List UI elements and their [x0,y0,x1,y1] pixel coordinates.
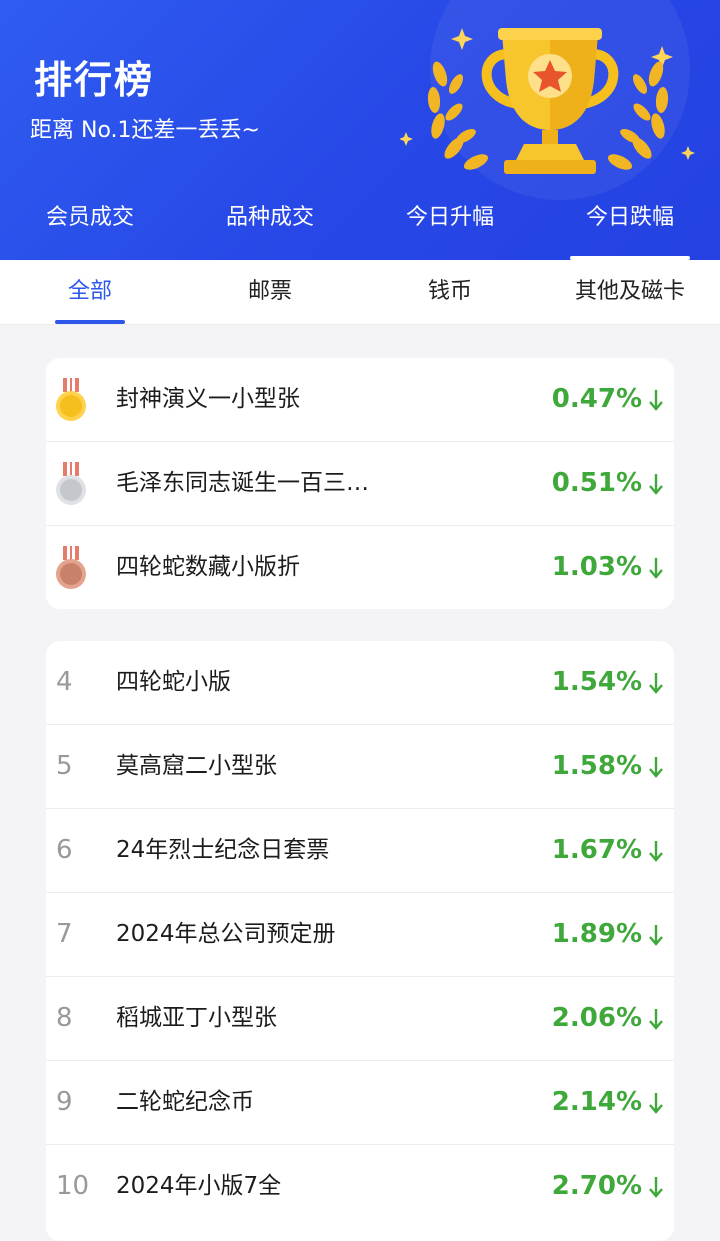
tab-label: 邮票 [247,279,292,304]
arrow-down-icon [649,474,663,495]
rank-number: 7 [56,919,73,949]
silver-medal-icon [56,462,86,505]
list-item[interactable]: 四轮蛇数藏小版折 1.03% [46,526,674,609]
tab-label: 钱币 [427,279,472,304]
list-item[interactable]: 4 四轮蛇小版 1.54% [46,641,674,725]
tab-label: 品种成交 [225,205,314,230]
item-name: 莫高窟二小型张 [116,753,277,779]
tab-others-cards[interactable]: 其他及磁卡 [540,260,720,324]
page-title: 排行榜 [34,58,155,102]
item-change: 1.03% [551,552,642,582]
tab-variety-trades[interactable]: 品种成交 [180,196,360,260]
rank-number: 8 [56,1003,73,1033]
item-change: 2.14% [551,1087,642,1117]
tab-member-trades[interactable]: 会员成交 [0,196,180,260]
tab-label: 其他及磁卡 [574,279,685,304]
item-name: 毛泽东同志诞生一百三… [116,470,369,496]
item-name: 四轮蛇数藏小版折 [116,554,300,580]
tab-today-gain[interactable]: 今日升幅 [360,196,540,260]
arrow-down-icon [649,673,663,694]
rank-number: 10 [56,1171,90,1201]
tab-label: 会员成交 [45,205,134,230]
list-item[interactable]: 7 2024年总公司预定册 1.89% [46,893,674,977]
item-change: 1.54% [551,667,642,697]
tab-today-drop[interactable]: 今日跌幅 [540,196,720,260]
gold-medal-icon [56,378,86,421]
rank-number: 5 [56,751,73,781]
arrow-down-icon [649,1093,663,1114]
item-change: 1.58% [551,751,642,781]
arrow-down-icon [649,841,663,862]
list-item[interactable]: 10 2024年小版7全 2.70% [46,1145,674,1228]
page-subtitle: 距离 No.1还差一丢丢~ [30,118,260,143]
trophy-icon [400,28,695,174]
tab-coins[interactable]: 钱币 [360,260,540,324]
list-item[interactable]: 封神演义一小型张 0.47% [46,358,674,442]
rank-number: 6 [56,835,73,865]
item-name: 稻城亚丁小型张 [116,1005,277,1031]
item-change: 1.89% [551,919,642,949]
arrow-down-icon [649,1177,663,1198]
header-banner: 排行榜 距离 No.1还差一丢丢~ 会员成交 品种成交 今日升幅 今日跌幅 [0,0,720,260]
rank-number: 9 [56,1087,73,1117]
list-item[interactable]: 毛泽东同志诞生一百三… 0.51% [46,442,674,526]
tab-label: 全部 [67,279,112,304]
arrow-down-icon [649,390,663,411]
bronze-medal-icon [56,546,86,589]
item-name: 二轮蛇纪念币 [116,1089,254,1115]
tab-all[interactable]: 全部 [0,260,180,324]
list-item[interactable]: 8 稻城亚丁小型张 2.06% [46,977,674,1061]
tab-label: 今日升幅 [405,205,494,230]
item-name: 2024年总公司预定册 [116,921,336,947]
item-name: 2024年小版7全 [116,1173,282,1199]
active-tab-underline [55,320,125,324]
arrow-down-icon [649,558,663,579]
list-item[interactable]: 9 二轮蛇纪念币 2.14% [46,1061,674,1145]
top-three-card: 封神演义一小型张 0.47% 毛泽东同志诞生一百三… 0.51% 四轮蛇数藏小版… [46,358,674,609]
tab-label: 今日跌幅 [585,205,674,230]
arrow-down-icon [649,925,663,946]
list-item[interactable]: 5 莫高窟二小型张 1.58% [46,725,674,809]
arrow-down-icon [649,1009,663,1030]
item-change: 1.67% [551,835,642,865]
item-change: 2.06% [551,1003,642,1033]
item-name: 封神演义一小型张 [116,386,300,412]
item-name: 四轮蛇小版 [116,669,231,695]
list-item[interactable]: 6 24年烈士纪念日套票 1.67% [46,809,674,893]
item-change: 0.47% [551,384,642,414]
item-change: 2.70% [551,1171,642,1201]
ranking-list-card: 4 四轮蛇小版 1.54% 5 莫高窟二小型张 1.58% 6 24年烈士纪念日… [46,641,674,1241]
category-tab-bar: 全部 邮票 钱币 其他及磁卡 [0,260,720,325]
item-change: 0.51% [551,468,642,498]
tab-stamps[interactable]: 邮票 [180,260,360,324]
rank-number: 4 [56,667,73,697]
item-name: 24年烈士纪念日套票 [116,837,330,863]
arrow-down-icon [649,757,663,778]
main-tab-bar: 会员成交 品种成交 今日升幅 今日跌幅 [0,196,720,260]
